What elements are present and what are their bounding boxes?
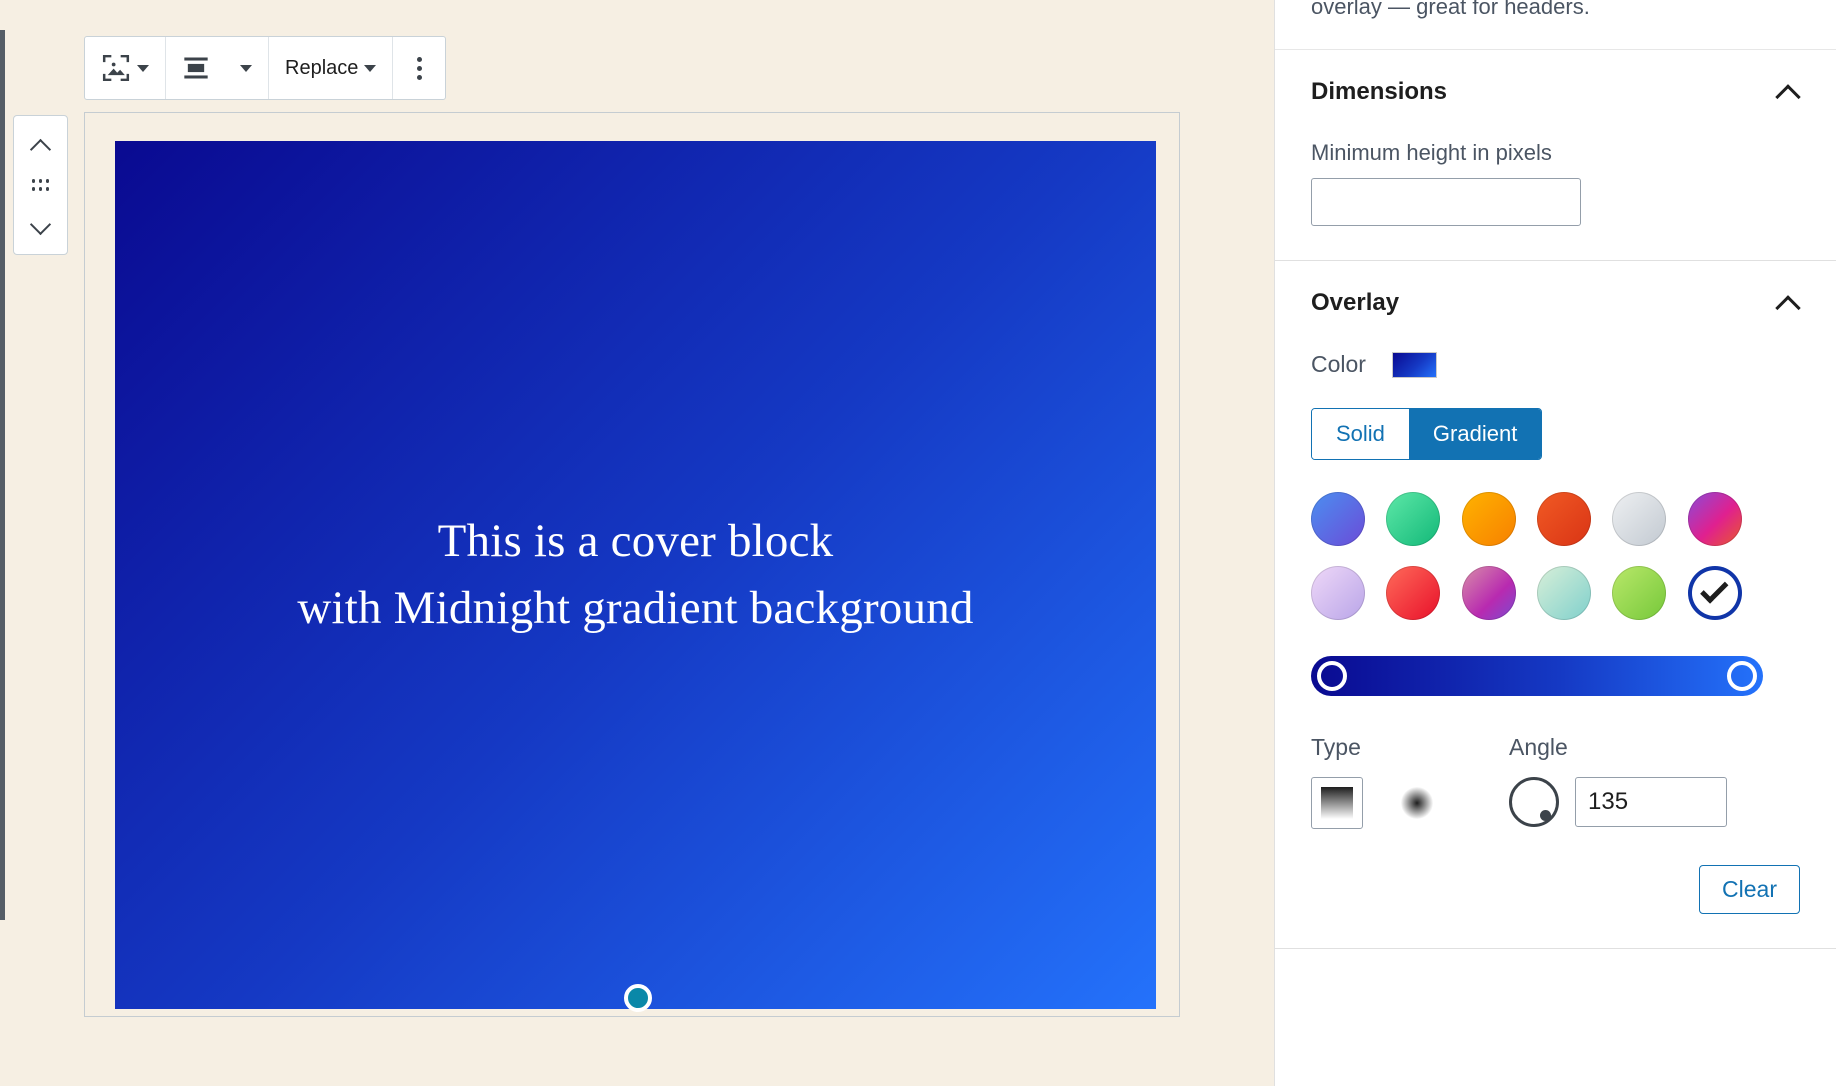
gradient-swatch-3[interactable] [1537,492,1591,546]
overlay-color-swatch[interactable] [1392,352,1437,378]
min-height-input[interactable] [1311,178,1581,226]
radial-gradient-button[interactable] [1391,777,1443,829]
alignment-group [166,37,269,99]
cover-resize-handle[interactable] [624,984,652,1012]
gradient-type-label: Type [1311,734,1443,761]
align-center-icon [182,55,210,81]
check-icon [1700,575,1728,603]
cover-block-help-text: Add an image or video with a text overla… [1275,0,1836,50]
color-mode-tabs: Solid Gradient [1311,408,1542,460]
cover-text-line-1: This is a cover block [297,508,973,575]
gradient-swatch-2[interactable] [1462,492,1516,546]
more-options-group [393,37,445,99]
dimensions-panel: Dimensions Minimum height in pixels [1275,50,1836,261]
replace-label: Replace [285,57,358,80]
gradient-swatch-0[interactable] [1311,492,1365,546]
wordpress-block-editor: Replace This is a cover block with Midni… [0,0,1836,1086]
block-type-group [85,37,166,99]
overlay-panel-header[interactable]: Overlay [1311,289,1800,317]
drag-handle-button[interactable] [19,165,63,204]
chevron-up-icon[interactable] [1776,85,1800,99]
gradient-swatch-4[interactable] [1612,492,1666,546]
block-selected-indicator [0,30,5,920]
block-mover-toolbar [13,115,68,255]
block-type-button[interactable] [91,37,159,99]
gradient-swatch-11[interactable] [1688,566,1742,620]
cover-text-line-2: with Midnight gradient background [297,575,973,642]
overlay-color-label: Color [1311,351,1366,378]
angle-input[interactable] [1575,777,1727,827]
help-text-line-2: overlay — great for headers. [1311,0,1590,19]
dimensions-panel-title: Dimensions [1311,78,1447,106]
block-toolbar: Replace [84,36,446,100]
min-height-label: Minimum height in pixels [1311,140,1800,166]
cover-block[interactable]: This is a cover block with Midnight grad… [115,141,1156,1009]
gradient-stop-slider[interactable] [1311,656,1763,696]
gradient-swatch-9[interactable] [1537,566,1591,620]
gradient-type-group: Type [1311,734,1443,829]
gradient-swatch-6[interactable] [1311,566,1365,620]
type-angle-row: Type Angle [1311,734,1800,829]
gradient-swatch-1[interactable] [1386,492,1440,546]
tab-gradient[interactable]: Gradient [1409,409,1541,459]
gradient-angle-label: Angle [1509,734,1727,761]
gradient-swatch-grid [1311,492,1763,620]
editor-canvas: Replace This is a cover block with Midni… [0,0,1274,1086]
chevron-down-icon [137,65,149,72]
gradient-angle-group: Angle [1509,734,1727,829]
chevron-down-icon [240,65,252,72]
more-options-button[interactable] [399,37,439,99]
move-down-button[interactable] [19,205,63,244]
image-block-icon [101,55,131,81]
block-settings-sidebar: Add an image or video with a text overla… [1274,0,1836,1086]
gradient-stop-handle-start[interactable] [1317,661,1347,691]
move-up-button[interactable] [19,126,63,165]
clear-row: Clear [1311,865,1800,914]
replace-group: Replace [269,37,393,99]
chevron-down-icon [31,218,51,230]
replace-button[interactable]: Replace [275,37,386,99]
tab-solid[interactable]: Solid [1312,409,1409,459]
chevron-up-icon[interactable] [1776,296,1800,310]
dimensions-panel-header[interactable]: Dimensions [1311,78,1800,106]
gradient-swatch-8[interactable] [1462,566,1516,620]
overlay-panel: Overlay Color Solid Gradient Type [1275,261,1836,949]
overlay-panel-title: Overlay [1311,289,1399,317]
linear-gradient-icon [1321,787,1353,819]
cover-block-text[interactable]: This is a cover block with Midnight grad… [297,508,973,641]
chevron-down-icon [364,65,376,72]
gradient-stop-handle-end[interactable] [1727,661,1757,691]
chevron-up-icon [31,140,51,152]
gradient-swatch-10[interactable] [1612,566,1666,620]
angle-dial-icon[interactable] [1509,777,1559,827]
drag-handle-dots-icon [32,178,50,191]
align-button[interactable] [172,37,262,99]
gradient-swatch-7[interactable] [1386,566,1440,620]
linear-gradient-button[interactable] [1311,777,1363,829]
gradient-swatch-5[interactable] [1688,492,1742,546]
radial-gradient-icon [1401,787,1433,819]
overlay-color-row: Color [1311,351,1800,378]
clear-button[interactable]: Clear [1699,865,1800,914]
